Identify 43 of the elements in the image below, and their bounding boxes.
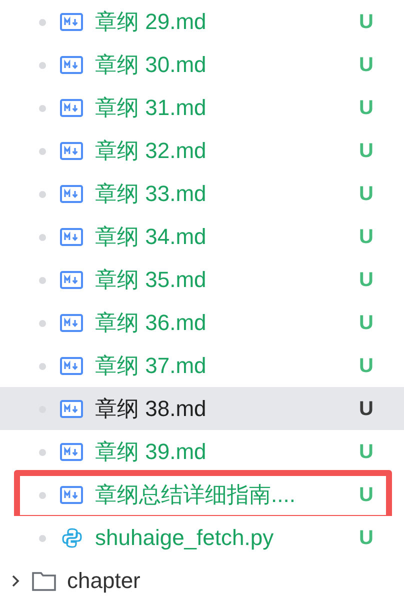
folder-row[interactable]: chapter: [0, 559, 404, 602]
file-name: 章纲 38.md: [95, 395, 206, 423]
markdown-icon: [60, 99, 83, 117]
markdown-icon: [60, 443, 83, 461]
git-status: U: [359, 96, 374, 121]
python-icon: [60, 527, 82, 549]
git-status: U: [359, 139, 374, 164]
folder-icon: [32, 571, 56, 591]
file-name: 章纲 36.md: [95, 309, 206, 337]
git-status: U: [359, 526, 374, 551]
git-status: U: [359, 10, 374, 35]
markdown-icon: [60, 486, 83, 504]
git-status: U: [359, 483, 374, 508]
file-name: 章纲 29.md: [95, 8, 206, 36]
folder-name: chapter: [67, 567, 140, 595]
git-status: U: [359, 182, 374, 207]
markdown-icon: [60, 13, 83, 31]
file-name: 章纲 39.md: [95, 438, 206, 466]
file-row[interactable]: 章纲 38.md U: [0, 387, 404, 430]
file-name: 章纲 35.md: [95, 266, 206, 294]
file-name: 章纲 32.md: [95, 137, 206, 165]
markdown-icon: [60, 271, 83, 289]
git-status: U: [359, 354, 374, 379]
file-name: 章纲 31.md: [95, 94, 206, 122]
markdown-icon: [60, 314, 83, 332]
markdown-icon: [60, 400, 83, 418]
git-status: U: [359, 53, 374, 78]
file-name: 章纲 37.md: [95, 352, 206, 380]
git-status: U: [359, 311, 374, 336]
file-name: 章纲 30.md: [95, 51, 206, 79]
git-status: U: [359, 225, 374, 250]
git-status: U: [359, 268, 374, 293]
markdown-icon: [60, 185, 83, 203]
file-name: 章纲 34.md: [95, 223, 206, 251]
markdown-icon: [60, 357, 83, 375]
markdown-icon: [60, 56, 83, 74]
git-status: U: [359, 440, 374, 465]
file-name: shuhaige_fetch.py: [95, 524, 274, 552]
git-status: U: [359, 397, 374, 422]
file-name: 章纲总结详细指南....: [95, 481, 296, 509]
file-name: 章纲 33.md: [95, 180, 206, 208]
markdown-icon: [60, 228, 83, 246]
markdown-icon: [60, 142, 83, 160]
